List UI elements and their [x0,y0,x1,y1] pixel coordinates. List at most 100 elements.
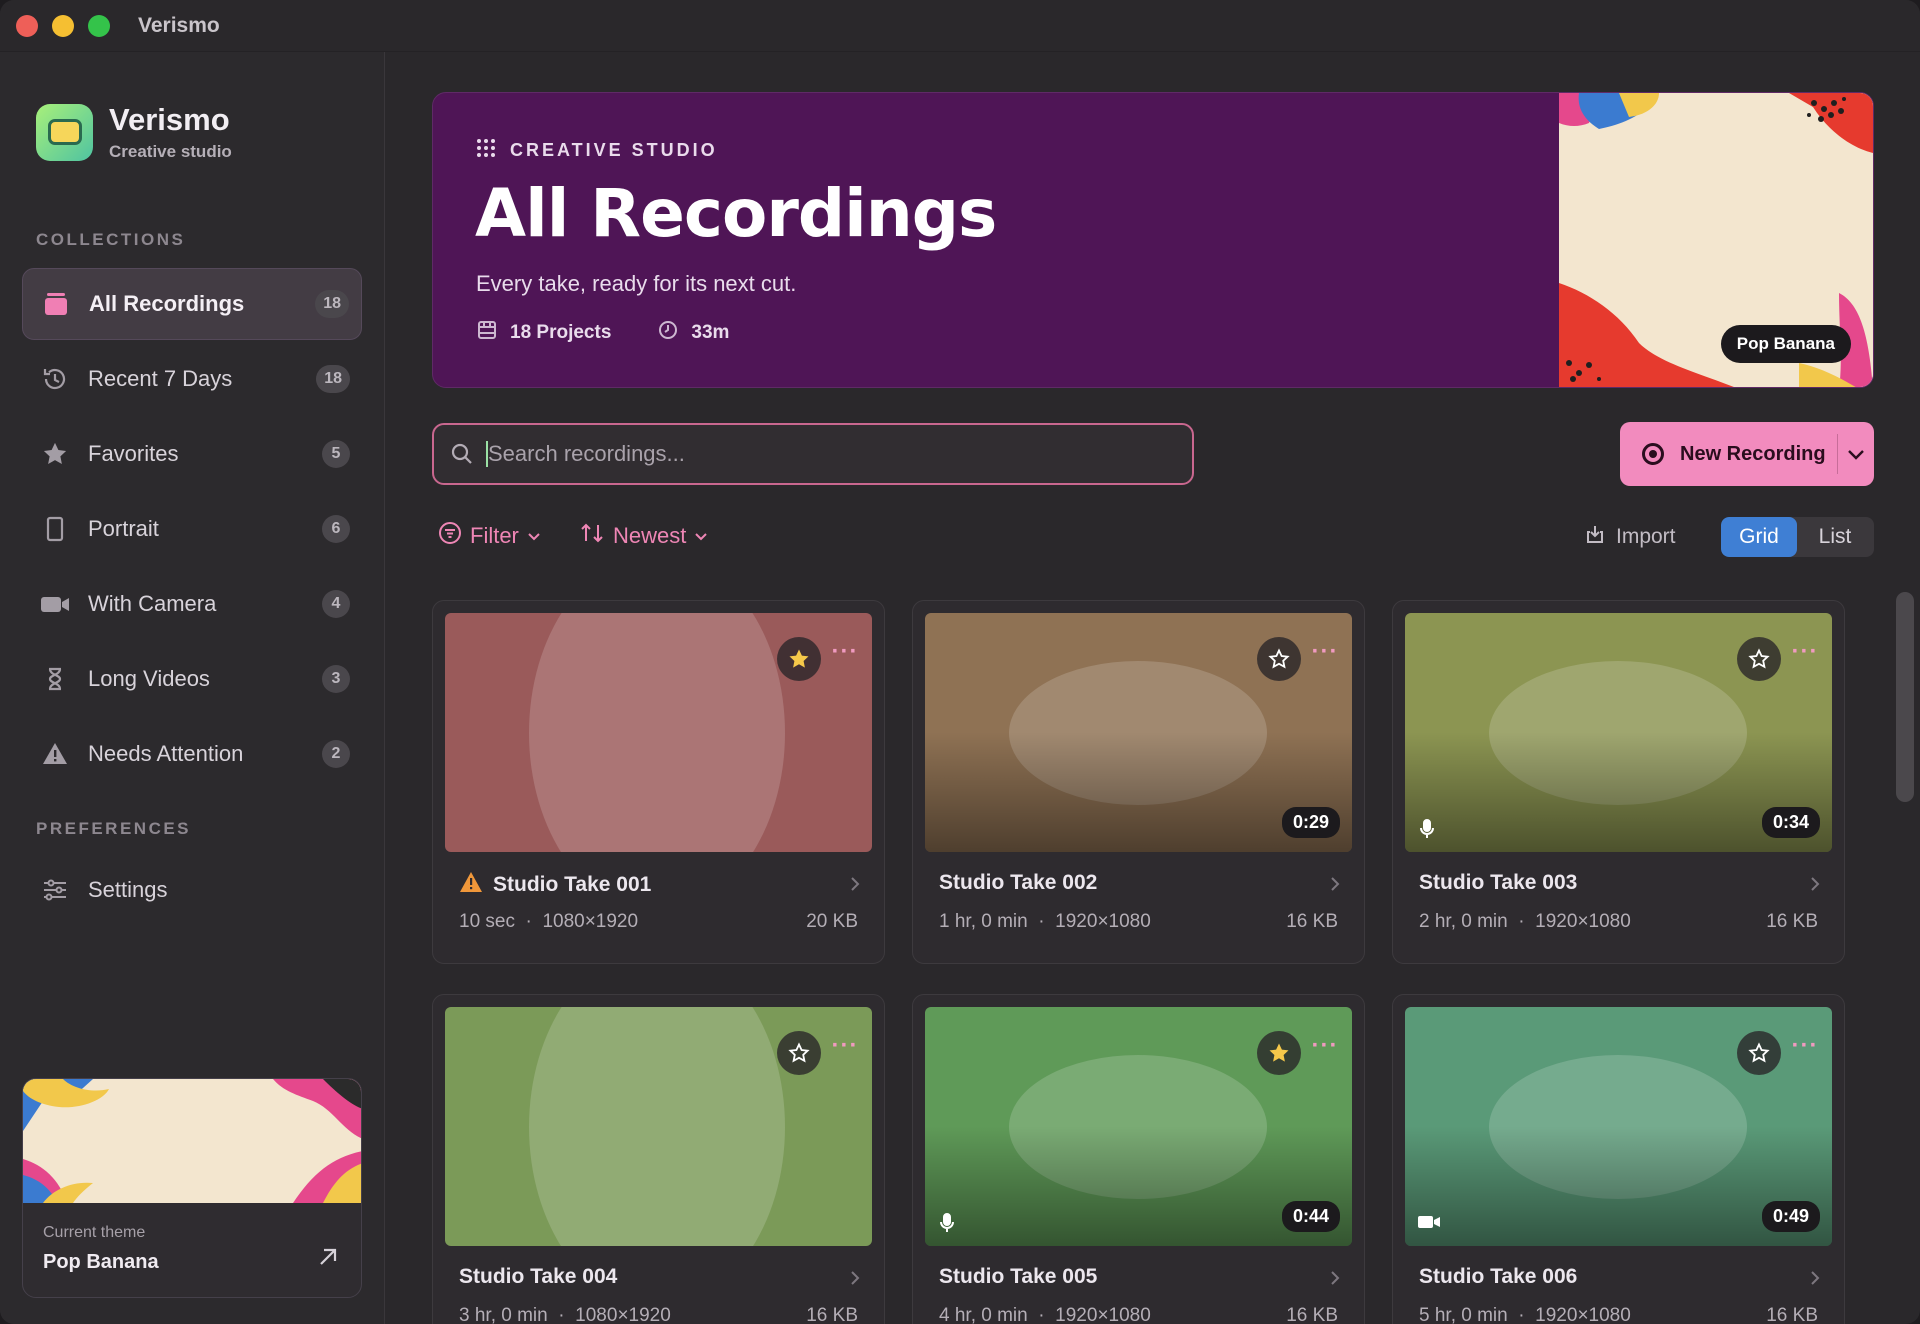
count-badge: 4 [322,590,350,618]
sidebar-item-needs-attention[interactable]: Needs Attention 2 [22,718,362,790]
chevron-right-icon[interactable] [1328,1269,1344,1289]
recording-title-row: Studio Take 003 [1419,871,1577,895]
sidebar-item-all-recordings[interactable]: All Recordings 18 [22,268,362,340]
recording-meta: 2 hr, 0 min · 1920×1080 [1419,911,1631,933]
separator-dot: · [514,911,543,932]
hero-banner: CREATIVE STUDIO All Recordings Every tak… [432,92,1874,388]
recording-card[interactable]: ··· 0:44 Studio Take 005 4 hr, 0 min · 1920… [912,994,1365,1324]
recording-card[interactable]: ··· 0:34 Studio Take 003 2 hr, 0 min · 1920… [1392,600,1845,964]
app-window: Verismo Verismo Creative studio COLLECTI… [0,0,1920,1324]
favorite-star-icon[interactable] [1257,637,1301,681]
history-clock-icon [40,364,70,394]
recording-file-size: 16 KB [1766,911,1818,932]
scrollbar-thumb[interactable] [1896,592,1914,802]
recording-meta: 4 hr, 0 min · 1920×1080 [939,1305,1151,1324]
window-title: Verismo [138,13,220,37]
chevron-right-icon[interactable] [848,875,864,895]
more-options-icon[interactable]: ··· [829,640,861,673]
sidebar-item-long-videos[interactable]: Long Videos 3 [22,643,362,715]
sidebar-item-label: Settings [88,877,168,902]
favorite-star-icon[interactable] [1737,1031,1781,1075]
app-logo [36,103,93,161]
sidebar-item-favorites[interactable]: Favorites 5 [22,418,362,490]
recording-file-size: 16 KB [806,1305,858,1324]
hero-theme-art: Pop Banana [1559,93,1873,387]
chevron-right-icon[interactable] [1808,1269,1824,1289]
count-badge: 18 [316,365,350,393]
sidebar-item-with-camera[interactable]: With Camera 4 [22,568,362,640]
separator-dot: · [547,1305,576,1324]
recording-thumbnail[interactable]: ··· [445,1007,872,1246]
grid-view-toggle[interactable]: Grid [1721,517,1797,557]
count-badge: 18 [315,290,349,318]
sidebar-item-label: All Recordings [89,291,245,316]
grid-dots-icon [476,138,496,163]
recording-thumbnail[interactable]: ··· 0:29 [925,613,1352,852]
recording-title-row: Studio Take 005 [939,1265,1097,1289]
chevron-right-icon[interactable] [848,1269,864,1289]
recording-card[interactable]: ··· Studio Take 001 10 sec · 1080×1920 20 K… [432,600,885,964]
hourglass-icon [40,664,70,694]
chevron-right-icon[interactable] [1808,875,1824,895]
filter-button[interactable]: Filter [438,521,541,551]
more-options-icon[interactable]: ··· [1789,640,1821,673]
preferences-nav: Settings [22,854,362,929]
separator-dot: · [1507,911,1536,932]
search-input[interactable] [488,441,1168,467]
favorite-star-icon[interactable] [777,1031,821,1075]
recording-length: 4 hr, 0 min [939,1305,1028,1324]
zoom-window-button[interactable] [88,14,110,37]
duration-badge: 0:49 [1761,1201,1820,1232]
separator-dot: · [1027,911,1056,932]
microphone-icon [937,1212,959,1234]
current-theme-card[interactable]: Current theme Pop Banana [22,1078,362,1298]
recording-title: Studio Take 003 [1419,871,1578,894]
recording-card[interactable]: ··· 0:49 Studio Take 006 5 hr, 0 min · 1920… [1392,994,1845,1324]
projects-count: 18 Projects [510,322,612,343]
duration-badge: 0:29 [1281,807,1340,838]
recording-thumbnail[interactable]: ··· 0:49 [1405,1007,1832,1246]
view-switcher: Grid List [1721,517,1874,557]
recording-title: Studio Take 002 [939,871,1098,894]
theme-name: Pop Banana [43,1251,159,1273]
brand-name: Verismo [109,102,230,137]
sort-button[interactable]: Newest [579,521,708,551]
favorite-star-icon[interactable] [1737,637,1781,681]
theme-badge: Pop Banana [1720,325,1851,363]
recording-resolution: 1920×1080 [1055,1305,1151,1324]
recording-title-row: Studio Take 004 [459,1265,617,1289]
chevron-down-icon [527,523,541,549]
recording-thumbnail[interactable]: ··· 0:34 [1405,613,1832,852]
open-theme-arrow-icon[interactable] [315,1244,343,1272]
recording-title-row: Studio Take 001 [459,871,651,899]
sidebar-item-recent-7-days[interactable]: Recent 7 Days 18 [22,343,362,415]
more-options-icon[interactable]: ··· [1309,1034,1341,1067]
more-options-icon[interactable]: ··· [829,1034,861,1067]
new-recording-button[interactable]: New Recording [1620,422,1874,486]
chevron-right-icon[interactable] [1328,875,1344,895]
minimize-window-button[interactable] [52,14,74,37]
recording-thumbnail[interactable]: ··· 0:44 [925,1007,1352,1246]
favorite-star-filled-icon[interactable] [777,637,821,681]
sort-label: Newest [613,523,687,548]
count-badge: 2 [322,740,350,768]
favorite-star-filled-icon[interactable] [1257,1031,1301,1075]
recording-card[interactable]: ··· Studio Take 004 3 hr, 0 min · 1080×192… [432,994,885,1324]
recording-title: Studio Take 006 [1419,1265,1578,1288]
recording-thumbnail[interactable]: ··· [445,613,872,852]
import-button[interactable]: Import [1584,523,1676,551]
sidebar-item-settings[interactable]: Settings [22,854,362,926]
more-options-icon[interactable]: ··· [1789,1034,1821,1067]
sidebar-item-portrait[interactable]: Portrait 6 [22,493,362,565]
more-options-icon[interactable]: ··· [1309,640,1341,673]
close-window-button[interactable] [16,14,38,37]
recording-resolution: 1080×1920 [575,1305,671,1324]
recording-card[interactable]: ··· 0:29 Studio Take 002 1 hr, 0 min · 1920… [912,600,1365,964]
list-view-toggle[interactable]: List [1797,517,1873,557]
chevron-down-icon[interactable] [1846,444,1866,464]
recording-title: Studio Take 001 [493,873,652,896]
sliders-icon [40,875,70,905]
separator-dot: · [1027,1305,1056,1324]
search-bar[interactable] [432,423,1194,485]
recordings-grid: ··· Studio Take 001 10 sec · 1080×1920 20 K… [432,600,1852,1324]
